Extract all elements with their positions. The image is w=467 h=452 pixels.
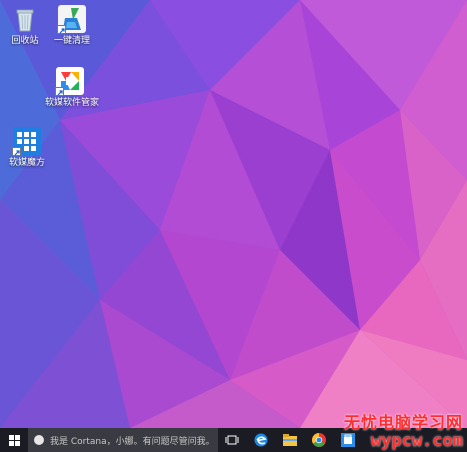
desktop: 回收站 一键清理 软媒软件管家 软媒魔方 我是 Cortana，小娜。有问题尽管… <box>0 0 467 452</box>
search-placeholder: 我是 Cortana，小娜。有问题尽管问我。 <box>50 436 215 447</box>
shortcut-arrow-icon <box>57 25 66 34</box>
file-explorer-icon[interactable] <box>282 432 298 448</box>
desktop-icon-label: 回收站 <box>11 36 39 46</box>
wallpaper <box>0 0 467 428</box>
recycle-bin-icon <box>10 4 40 34</box>
shortcut-arrow-icon <box>55 87 64 96</box>
watermark-title: 无忧电脑学习网 <box>343 413 463 432</box>
windows-logo-icon <box>8 434 20 446</box>
desktop-icon-rubik-cube[interactable]: 软媒魔方 <box>2 126 52 169</box>
watermark-url: wypcw.com <box>370 431 463 451</box>
cortana-circle-icon <box>34 435 44 445</box>
desktop-icon-label: 软媒魔方 <box>8 158 45 168</box>
cortana-search-box[interactable]: 我是 Cortana，小娜。有问题尽管问我。 <box>28 428 218 452</box>
chrome-icon[interactable] <box>311 432 327 448</box>
desktop-icon-label: 一键清理 <box>53 36 90 46</box>
software-manager-icon <box>55 66 85 96</box>
watermark: 无忧电脑学习网 wypcw.com <box>343 413 463 451</box>
task-view-icon[interactable] <box>224 432 240 448</box>
desktop-icon-label: 软媒软件管家 <box>45 98 100 108</box>
desktop-icon-software-manager[interactable]: 软媒软件管家 <box>45 66 100 109</box>
desktop-icon-one-click-cleanup[interactable]: 一键清理 <box>47 4 97 47</box>
edge-browser-icon[interactable] <box>253 432 269 448</box>
rubik-cube-icon <box>12 126 42 156</box>
desktop-icon-recycle-bin[interactable]: 回收站 <box>0 4 50 47</box>
start-button[interactable] <box>0 428 28 452</box>
broom-cleanup-icon <box>57 4 87 34</box>
shortcut-arrow-icon <box>12 147 21 156</box>
